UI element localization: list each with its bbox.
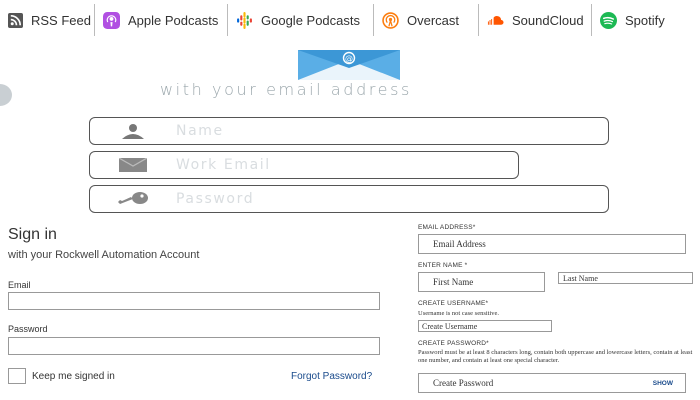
envelope-icon: [114, 158, 152, 172]
apple-podcasts-icon: [103, 11, 120, 29]
create-password-placeholder: Create Password: [433, 378, 494, 388]
email-input[interactable]: [8, 292, 380, 310]
envelope-at-icon: @: [298, 50, 400, 80]
register-password-label: CREATE PASSWORD*: [418, 340, 489, 347]
last-name-placeholder: Last Name: [563, 273, 598, 283]
rss-icon: [8, 12, 23, 29]
spotify-icon: [600, 11, 617, 29]
username-placeholder: Create Username: [422, 321, 478, 331]
platform-label: SoundCloud: [512, 12, 584, 28]
platform-link-google-podcasts[interactable]: Google Podcasts: [228, 0, 373, 40]
platform-label: Spotify: [625, 12, 665, 28]
platform-label: Google Podcasts: [261, 12, 361, 28]
name-placeholder: Name: [176, 123, 224, 139]
first-name-input[interactable]: First Name: [418, 272, 545, 292]
work-email-placeholder: Work Email: [176, 157, 271, 173]
password-placeholder: Password: [176, 191, 255, 207]
username-input[interactable]: Create Username: [418, 320, 552, 332]
platform-label: RSS Feed: [31, 12, 91, 28]
username-hint: Username is not case sensitive.: [418, 310, 500, 317]
platform-label: Apple Podcasts: [128, 12, 219, 28]
work-email-field[interactable]: Work Email: [89, 151, 519, 179]
register-username-label: CREATE USERNAME*: [418, 300, 489, 307]
svg-text:@: @: [345, 54, 353, 63]
keep-signed-in-label: Keep me signed in: [32, 371, 115, 382]
platform-label: Overcast: [407, 12, 460, 28]
email-tagline: with your email address: [160, 80, 412, 99]
keep-signed-in-checkbox[interactable]: [8, 368, 26, 384]
forgot-password-link[interactable]: Forgot Password?: [291, 371, 372, 382]
register-email-placeholder: Email Address: [433, 239, 486, 249]
first-name-placeholder: First Name: [433, 277, 474, 287]
register-email-label: EMAIL ADDRESS*: [418, 224, 476, 231]
signin-title: Sign in: [8, 226, 57, 243]
decorative-circle: [0, 84, 12, 106]
last-name-input[interactable]: Last Name: [558, 272, 693, 284]
show-password-button[interactable]: SHOW: [653, 380, 673, 387]
password-pill-field[interactable]: Password: [89, 185, 609, 213]
signin-subtitle: with your Rockwell Automation Account: [8, 249, 200, 261]
overcast-icon: [382, 11, 399, 29]
platform-link-apple-podcasts[interactable]: Apple Podcasts: [95, 0, 227, 40]
password-input[interactable]: [8, 337, 380, 355]
soundcloud-icon: [487, 12, 504, 29]
platform-link-spotify[interactable]: Spotify: [592, 0, 682, 40]
create-password-input[interactable]: Create Password SHOW: [418, 373, 686, 393]
register-name-label: ENTER NAME *: [418, 262, 468, 269]
person-icon: [114, 123, 152, 139]
podcast-platform-bar: RSS Feed Apple Podcasts Google Podcasts …: [0, 0, 700, 40]
key-icon: [114, 191, 152, 207]
register-email-input[interactable]: Email Address: [418, 234, 686, 254]
name-field[interactable]: Name: [89, 117, 609, 145]
platform-link-overcast[interactable]: Overcast: [374, 0, 478, 40]
email-label: Email: [8, 280, 31, 290]
platform-link-soundcloud[interactable]: SoundCloud: [479, 0, 591, 40]
google-podcasts-icon: [236, 11, 253, 29]
password-label: Password: [8, 324, 48, 334]
platform-link-rss[interactable]: RSS Feed: [0, 0, 94, 40]
password-hint: Password must be at least 8 characters l…: [418, 349, 693, 364]
